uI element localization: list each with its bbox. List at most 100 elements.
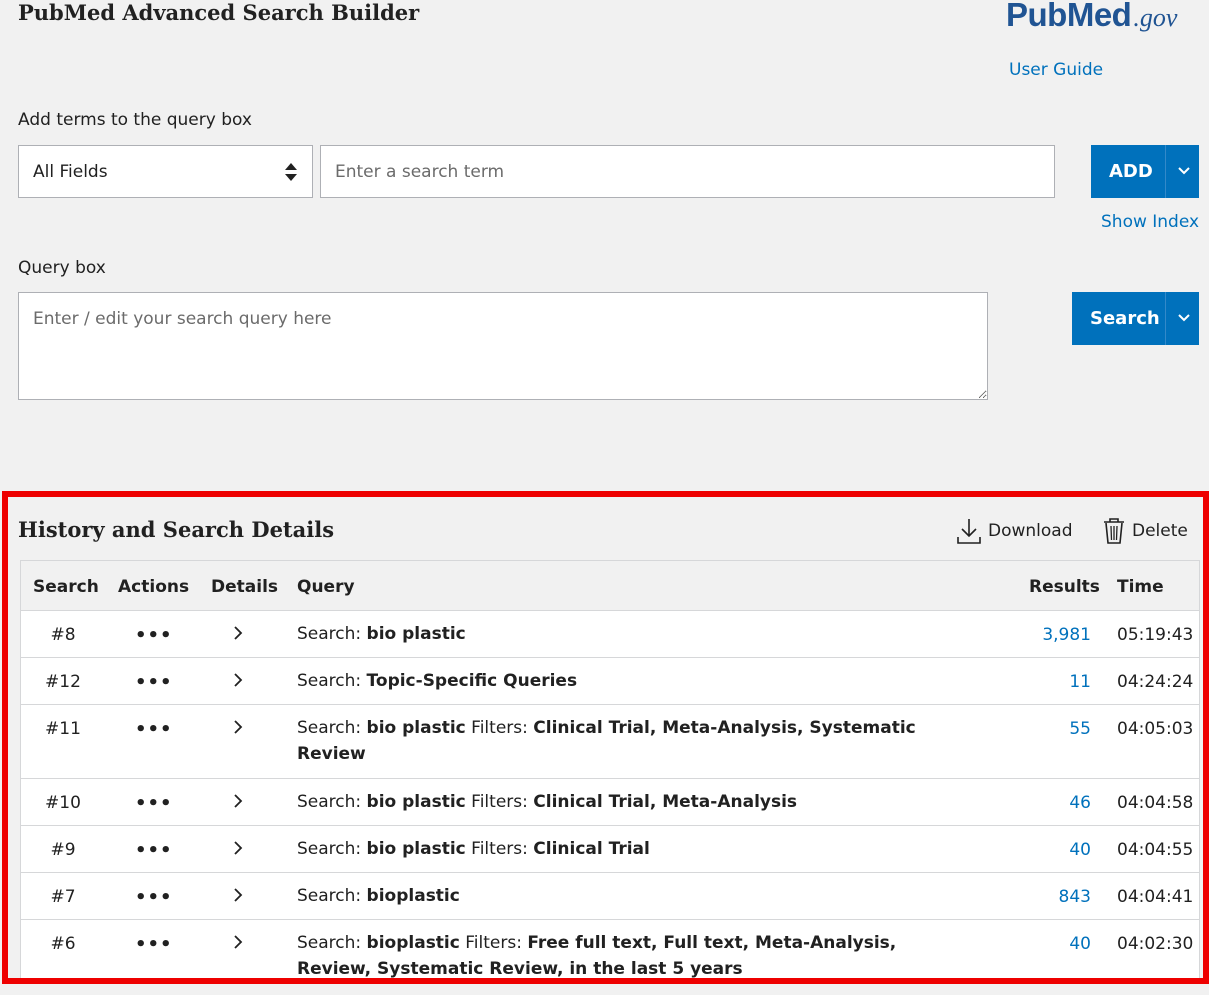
query-label: Filters: [465,718,534,738]
logo-main: PubMed [1006,0,1132,33]
query-label: Search: [297,886,367,906]
add-button[interactable]: ADD [1091,145,1199,198]
query-term: Clinical Trial [533,839,650,859]
table-body: #8 ••• Search: bio plastic 3,981 05:19:43 #12… [21,611,1199,978]
trash-icon [1104,518,1124,544]
query-text: Search: bio plastic Filters: Clinical Tr… [297,836,937,862]
search-button-label: Search [1090,308,1160,329]
query-label: Search: [297,718,367,738]
query-text: Search: bioplastic [297,883,937,909]
query-label: Filters: [465,792,534,812]
search-time: 04:05:03 [1117,719,1194,739]
history-title: History and Search Details [18,517,335,542]
chevron-right-icon[interactable] [233,934,243,955]
results-link[interactable]: 11 [1069,672,1091,692]
query-term: Topic-Specific Queries [366,671,578,691]
chevron-right-icon[interactable] [233,625,243,646]
add-terms-label: Add terms to the query box [18,110,252,130]
download-icon [957,519,981,544]
actions-menu-icon[interactable]: ••• [135,793,173,814]
search-time: 04:04:41 [1117,887,1194,907]
query-text: Search: bio plastic [297,621,937,647]
search-number: #10 [45,793,81,813]
field-select[interactable]: All Fields [18,145,313,198]
query-term: bio plastic [366,718,466,738]
query-text: Search: bio plastic Filters: Clinical Tr… [297,715,937,767]
table-row: #10 ••• Search: bio plastic Filters: Clini… [21,779,1199,826]
chevron-right-icon[interactable] [233,887,243,908]
show-index-link[interactable]: Show Index [1101,212,1199,232]
search-time: 04:24:24 [1117,672,1194,692]
query-label: Filters: [465,839,534,859]
search-number: #9 [50,840,76,860]
chevron-right-icon[interactable] [233,672,243,693]
search-time: 05:19:43 [1117,625,1194,645]
actions-menu-icon[interactable]: ••• [135,719,173,740]
query-term: Clinical Trial, Meta-Analysis [533,792,798,812]
column-header-details: Details [211,577,279,597]
table-header: Search Actions Details Query Results Tim… [21,561,1199,611]
search-time: 04:04:58 [1117,793,1194,813]
results-link[interactable]: 46 [1069,793,1091,813]
query-box-textarea[interactable] [18,292,988,400]
query-term: bio plastic [366,624,466,644]
history-table: Search Actions Details Query Results Tim… [20,560,1200,978]
query-term: bioplastic [366,886,460,906]
pubmed-logo[interactable]: PubMed.gov [1006,0,1206,40]
chevron-right-icon[interactable] [233,719,243,740]
search-number: #6 [50,934,76,954]
query-box-label: Query box [18,258,106,278]
actions-menu-icon[interactable]: ••• [135,672,173,693]
chevron-down-icon[interactable] [1177,311,1191,325]
column-header-query: Query [297,577,355,597]
column-header-results[interactable]: Results [1029,577,1100,597]
query-text: Search: bio plastic Filters: Clinical Tr… [297,789,937,815]
table-row: #6 ••• Search: bioplastic Filters: Free fu… [21,920,1199,978]
query-term: bio plastic [366,839,466,859]
logo-suffix: .gov [1133,3,1178,32]
column-header-time[interactable]: Time [1117,577,1164,597]
search-time: 04:04:55 [1117,840,1194,860]
query-label: Search: [297,671,367,691]
chevron-right-icon[interactable] [233,793,243,814]
results-link[interactable]: 843 [1059,887,1091,907]
query-label: Search: [297,839,367,859]
search-number: #12 [45,672,81,692]
user-guide-link[interactable]: User Guide [1009,60,1103,80]
results-link[interactable]: 40 [1069,840,1091,860]
results-link[interactable]: 40 [1069,934,1091,954]
download-button[interactable]: Download [956,517,1073,545]
column-header-actions: Actions [118,577,190,597]
results-link[interactable]: 3,981 [1042,625,1091,645]
search-button[interactable]: Search [1072,292,1199,345]
query-text: Search: bioplastic Filters: Free full te… [297,930,937,978]
table-row: #7 ••• Search: bioplastic 843 04:04:41 [21,873,1199,920]
query-text: Search: Topic-Specific Queries [297,668,937,694]
search-number: #8 [50,625,76,645]
column-header-search[interactable]: Search [33,577,99,597]
button-divider [1165,145,1166,198]
actions-menu-icon[interactable]: ••• [135,934,173,955]
page-title: PubMed Advanced Search Builder [18,0,420,25]
chevron-right-icon[interactable] [233,840,243,861]
table-row: #9 ••• Search: bio plastic Filters: Clinic… [21,826,1199,873]
delete-label: Delete [1132,521,1188,541]
download-label: Download [988,521,1073,541]
table-row: #11 ••• Search: bio plastic Filters: Clini… [21,705,1199,779]
actions-menu-icon[interactable]: ••• [135,625,173,646]
search-number: #11 [45,719,81,739]
query-label: Filters: [459,933,528,953]
search-time: 04:02:30 [1117,934,1194,954]
search-number: #7 [50,887,76,907]
results-link[interactable]: 55 [1069,719,1091,739]
field-select-value: All Fields [33,162,108,182]
actions-menu-icon[interactable]: ••• [135,887,173,908]
chevron-down-icon[interactable] [1177,164,1191,178]
button-divider [1165,292,1166,345]
search-term-input[interactable] [320,145,1055,198]
actions-menu-icon[interactable]: ••• [135,840,173,861]
delete-button[interactable]: Delete [1102,517,1188,545]
query-term: bio plastic [366,792,466,812]
history-panel: History and Search Details Download Dele… [2,491,1209,984]
table-row: #8 ••• Search: bio plastic 3,981 05:19:43 [21,611,1199,658]
